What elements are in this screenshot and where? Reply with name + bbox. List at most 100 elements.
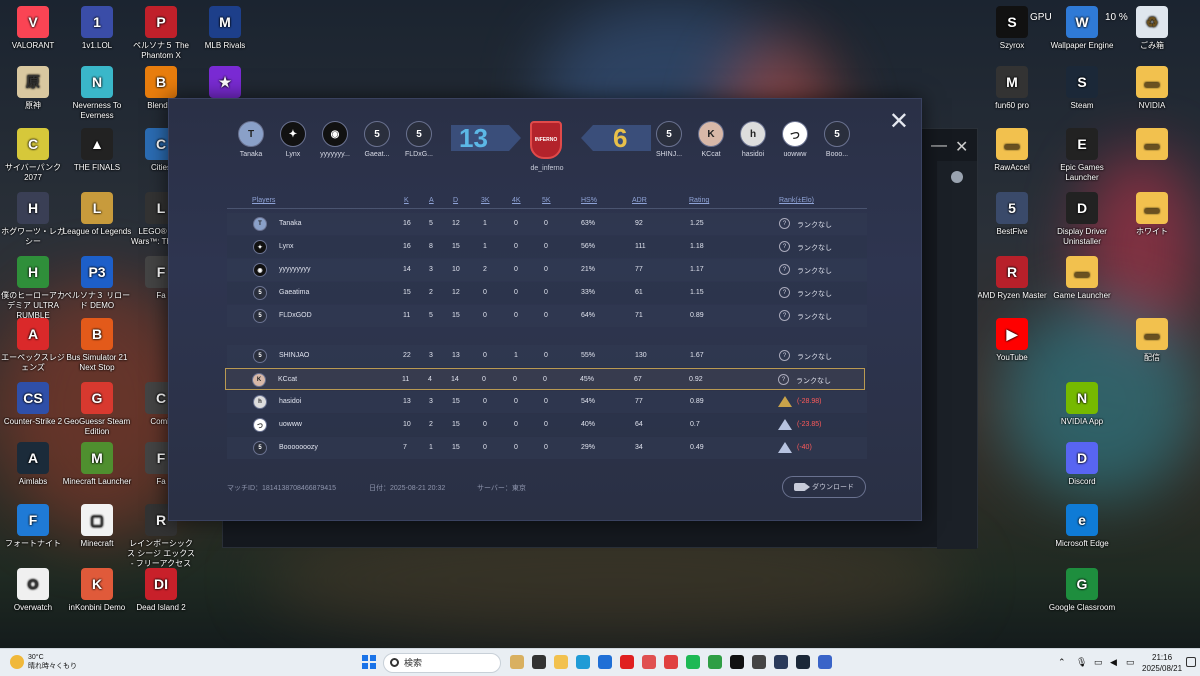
table-row[interactable]: h hasidoi 13 3 15 0 0 0 54% 77 0.89 (-28.98)	[227, 391, 867, 413]
col-a[interactable]: A	[429, 197, 434, 204]
desktop-icon[interactable]: 原原神	[0, 66, 68, 111]
start-button[interactable]	[362, 655, 376, 669]
desktop-icon[interactable]: F フォートナイト	[0, 504, 68, 549]
close-icon[interactable]: ✕	[955, 137, 968, 157]
desktop-icon[interactable]: 5 BestFive	[977, 192, 1047, 237]
desktop-icon[interactable]: V VALORANT	[0, 6, 68, 51]
taskbar-clock[interactable]: 21:16 2025/08/21	[1142, 652, 1182, 674]
desktop-icon[interactable]: ▲ THE FINALS	[62, 128, 132, 173]
team-player-avatar[interactable]: 5 FLDxG...	[389, 121, 449, 158]
desktop-icon[interactable]: ▶ YouTube	[977, 318, 1047, 363]
col-d[interactable]: D	[453, 197, 458, 204]
table-row[interactable]: K KCcat 11 4 14 0 0 0 45% 67 0.92? ランクなし	[225, 368, 865, 390]
desktop-icon[interactable]: N NVIDIA App	[1047, 382, 1117, 427]
app-icon: DI	[145, 568, 177, 600]
battery-icon[interactable]: ▭	[1126, 657, 1135, 668]
desktop-icon[interactable]: G GeoGuessr Steam Edition	[62, 382, 132, 437]
app-icon[interactable]	[752, 655, 766, 669]
col-rating[interactable]: Rating	[689, 197, 709, 204]
col-k[interactable]: K	[404, 197, 409, 204]
col-hs[interactable]: HS%	[581, 197, 597, 204]
desktop-icon[interactable]: P3 ペルソナ３ リロード DEMO	[62, 256, 132, 311]
rank-value: (-28.98)	[797, 398, 822, 405]
table-row[interactable]: つ uowww 10 2 15 0 0 0 40% 64 0.7 (-23.85)	[227, 414, 867, 436]
weather-widget[interactable]: 30°C 晴れ時々くもり	[10, 653, 77, 671]
desktop-icon[interactable]: H ホグワーツ・レガシー	[0, 192, 68, 247]
desktop-icon[interactable]: M MLB Rivals	[190, 6, 260, 51]
desktop-icon[interactable]: G Google Classroom	[1047, 568, 1117, 613]
desktop-icon[interactable]: D Discord	[1047, 442, 1117, 487]
col-players[interactable]: Players	[252, 197, 275, 204]
desktop-icon[interactable]: A Aimlabs	[0, 442, 68, 487]
steam-icon[interactable]	[796, 655, 810, 669]
weather-sun-icon	[10, 655, 24, 669]
desktop-icon[interactable]: DI Dead Island 2	[126, 568, 196, 613]
app-icon[interactable]	[818, 655, 832, 669]
table-row[interactable]: 5 Gaeatima 15 2 12 0 0 0 33% 61 1.15? ランクなし	[227, 282, 867, 304]
app-icon[interactable]	[730, 655, 744, 669]
youtube-icon[interactable]	[620, 655, 634, 669]
microphone-icon[interactable]: 🎙	[1076, 657, 1087, 668]
desktop-icon[interactable]: C サイバーパンク2077	[0, 128, 68, 183]
team-player-avatar[interactable]: 5 Booo...	[807, 121, 867, 158]
taskview-icon[interactable]	[532, 655, 546, 669]
col-rank[interactable]: Rank(±Elo)	[779, 197, 814, 204]
desktop-icon[interactable]: ▢ Minecraft	[62, 504, 132, 549]
store-icon[interactable]	[598, 655, 612, 669]
network-icon[interactable]: ▭	[1094, 657, 1103, 668]
desktop-icon[interactable]: CS Counter-Strike 2	[0, 382, 68, 427]
app-icon[interactable]	[642, 655, 656, 669]
desktop-icon[interactable]: ▬ ホワイト	[1117, 192, 1187, 237]
desktop-icon[interactable]: ▬	[1117, 128, 1187, 163]
desktop-icon[interactable]: N Neverness To Everness	[62, 66, 132, 121]
table-row[interactable]: ◉ yyyyyyyyy 14 3 10 2 0 0 21% 77 1.17? ランクなし	[227, 259, 867, 281]
col-4k[interactable]: 4K	[512, 197, 521, 204]
desktop-icon[interactable]: A エーペックスレジェンズ	[0, 318, 68, 373]
desktop-icon[interactable]: ▬ 配信	[1117, 318, 1187, 363]
desktop-icon[interactable]: ▬ Game Launcher	[1047, 256, 1117, 301]
table-row[interactable]: 5 FLDxGOD 11 5 15 0 0 0 64% 71 0.89? ランクなし	[227, 305, 867, 327]
desktop-icon-label: 原神	[25, 101, 41, 110]
download-button[interactable]: ダウンロード	[782, 476, 866, 498]
notification-icon[interactable]	[1186, 657, 1196, 667]
desktop-icon[interactable]: O Overwatch	[0, 568, 68, 613]
desktop-icon-label: Wallpaper Engine	[1050, 41, 1114, 50]
minimize-icon[interactable]: —	[931, 137, 947, 155]
desktop-icon[interactable]: L League of Legends	[62, 192, 132, 237]
lightning-icon[interactable]	[664, 655, 678, 669]
desktop-icon[interactable]: 1 1v1.LOL	[62, 6, 132, 51]
app-icon[interactable]	[774, 655, 788, 669]
col-adr[interactable]: ADR	[632, 197, 647, 204]
taskbar-search[interactable]: 検索	[383, 653, 501, 673]
desktop-icon[interactable]: M Minecraft Launcher	[62, 442, 132, 487]
table-row[interactable]: T Tanaka 16 5 12 1 0 0 63% 92 1.25? ランクなし	[227, 213, 867, 235]
desktop-icon[interactable]: P ペルソナ５ The Phantom X	[126, 6, 196, 61]
table-row[interactable]: 5 SHINJAO 22 3 13 0 1 0 55% 130 1.67? ランクなし	[227, 345, 867, 367]
desktop-icon[interactable]: H 僕のヒーローアカデミア ULTRA RUMBLE	[0, 256, 68, 321]
desktop-icon[interactable]: D Display Driver Uninstaller	[1047, 192, 1117, 247]
desktop-icon[interactable]: E Epic Games Launcher	[1047, 128, 1117, 183]
avatar: 5	[253, 349, 267, 363]
desktop-icon[interactable]: KinKonbini Demo	[62, 568, 132, 613]
app-icon[interactable]	[708, 655, 722, 669]
desktop-icon[interactable]: S Steam	[1047, 66, 1117, 111]
col-3k[interactable]: 3K	[481, 197, 490, 204]
desktop-icon[interactable]: ★	[190, 66, 260, 101]
desktop-icon[interactable]: ▬ RawAccel	[977, 128, 1047, 173]
desktop-icon[interactable]: ▬ NVIDIA	[1117, 66, 1187, 111]
photo-app-icon[interactable]	[510, 655, 524, 669]
desktop-icon-label: AMD Ryzen Master	[977, 291, 1047, 300]
folder-icon[interactable]	[554, 655, 568, 669]
table-row[interactable]: ✦ Lynx 16 8 15 1 0 0 56% 111 1.18? ランクなし	[227, 236, 867, 258]
tray-chevron-icon[interactable]: ⌃	[1058, 657, 1066, 668]
desktop-icon[interactable]: Mfun60 pro	[977, 66, 1047, 111]
col-5k[interactable]: 5K	[542, 197, 551, 204]
desktop-icon[interactable]: e Microsoft Edge	[1047, 504, 1117, 549]
desktop-icon[interactable]: B Bus Simulator 21 Next Stop	[62, 318, 132, 373]
table-row[interactable]: 5 Booooooozy 7 1 15 0 0 0 29% 34 0.49 (-40)	[227, 437, 867, 459]
spotify-icon[interactable]	[686, 655, 700, 669]
edge-icon[interactable]	[576, 655, 590, 669]
user-icon[interactable]	[951, 171, 963, 183]
volume-icon[interactable]: ◀	[1110, 657, 1117, 668]
desktop-icon[interactable]: R AMD Ryzen Master	[977, 256, 1047, 301]
